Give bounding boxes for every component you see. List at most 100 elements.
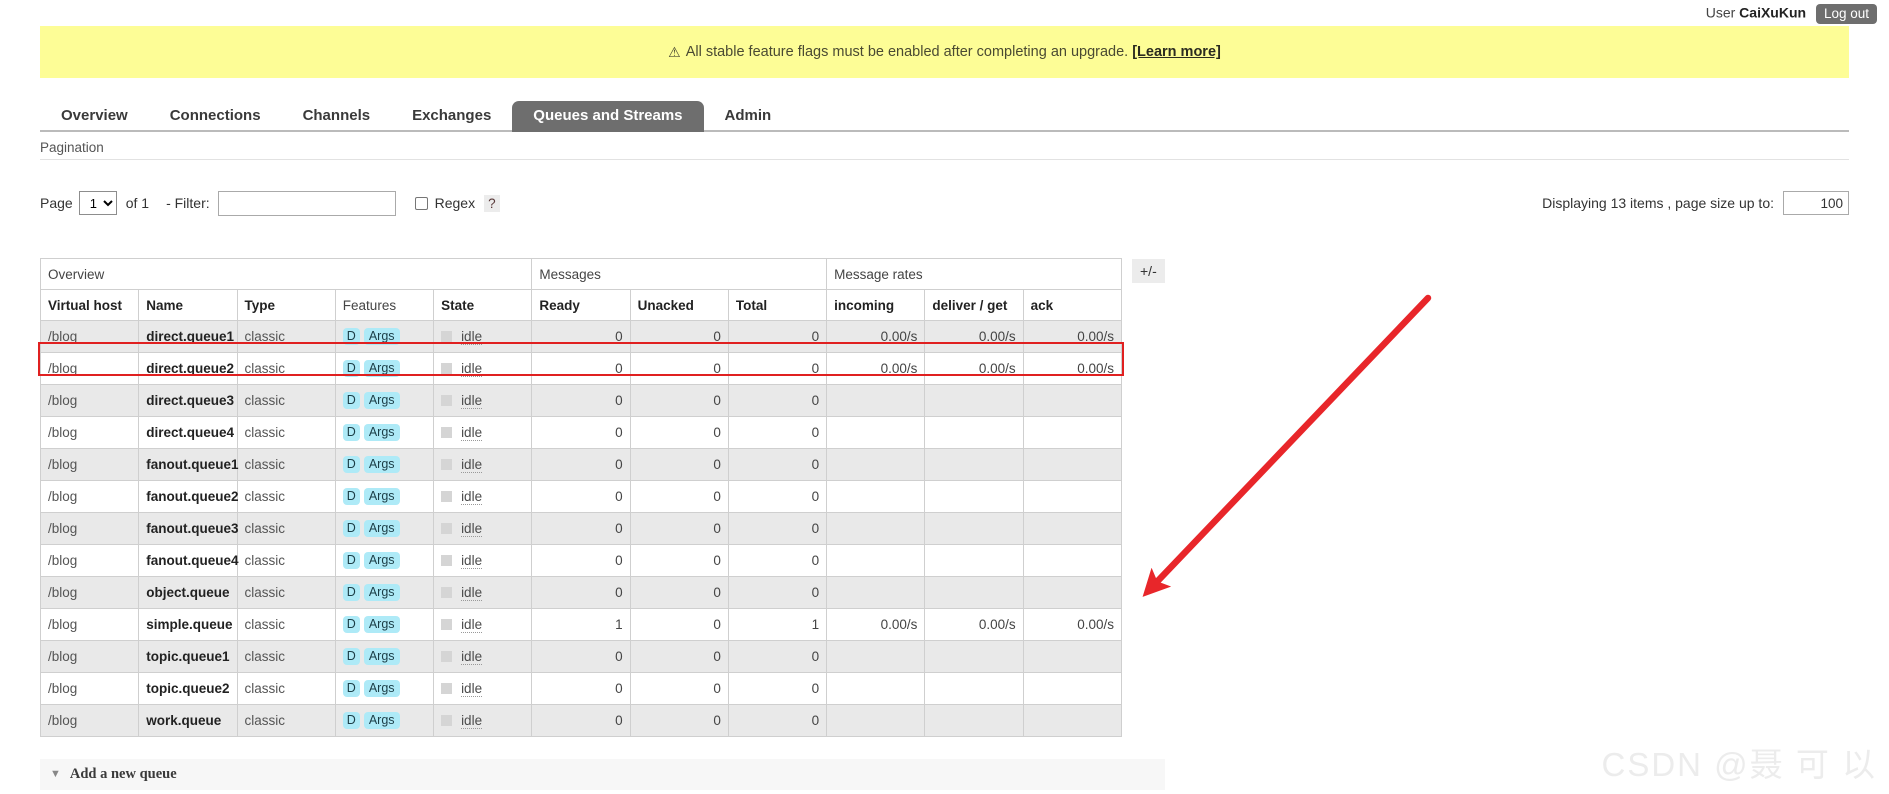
args-badge[interactable]: Args (363, 584, 400, 601)
cell-queue-name[interactable]: work.queue (138, 704, 238, 737)
table-row[interactable]: /blog work.queue classic D Args idle 0 0 0 (39, 704, 1123, 737)
durable-badge[interactable]: D (342, 360, 360, 377)
queue-name-link[interactable]: object.queue (146, 585, 229, 600)
args-badge[interactable]: Args (363, 424, 400, 441)
durable-badge[interactable]: D (342, 456, 360, 473)
cell-queue-name[interactable]: direct.queue3 (138, 384, 238, 417)
durable-badge[interactable]: D (342, 520, 360, 537)
add-new-queue-expander[interactable]: ▼ Add a new queue (40, 759, 1165, 790)
col-header-unacked[interactable]: Unacked (629, 289, 729, 321)
queue-name-link[interactable]: topic.queue2 (146, 681, 229, 696)
durable-badge[interactable]: D (342, 552, 360, 569)
queue-name-link[interactable]: direct.queue2 (146, 361, 234, 376)
col-header-total[interactable]: Total (727, 289, 828, 321)
cell-queue-name[interactable]: simple.queue (138, 608, 238, 641)
cell-queue-name[interactable]: topic.queue1 (138, 640, 238, 673)
table-row[interactable]: /blog fanout.queue4 classic D Args idle 0 0 0 (39, 544, 1123, 577)
logout-button[interactable]: Log out (1815, 4, 1877, 24)
table-row[interactable]: /blog fanout.queue1 classic D Args idle 0 0 0 (39, 448, 1123, 481)
cell-queue-name[interactable]: direct.queue2 (138, 352, 238, 385)
cell-incoming-rate: 0.00/s (826, 320, 926, 353)
table-group-header-row: Overview Messages Message rates (39, 258, 1122, 290)
tab-queues-and-streams[interactable]: Queues and Streams (512, 101, 704, 132)
args-badge[interactable]: Args (363, 552, 400, 569)
col-header-incoming[interactable]: incoming (826, 289, 926, 321)
col-header-ready[interactable]: Ready (531, 289, 631, 321)
args-badge[interactable]: Args (363, 648, 400, 665)
cell-total: 1 (727, 608, 828, 641)
cell-queue-name[interactable]: topic.queue2 (138, 672, 238, 705)
queue-name-link[interactable]: fanout.queue4 (146, 553, 238, 568)
queue-name-link[interactable]: fanout.queue3 (146, 521, 238, 536)
learn-more-link[interactable]: [Learn more] (1132, 44, 1221, 60)
table-row[interactable]: /blog direct.queue2 classic D Args idle 0 0 0 0.0… (39, 352, 1123, 385)
table-row[interactable]: /blog direct.queue4 classic D Args idle 0 0 0 (39, 416, 1123, 449)
cell-state: idle (433, 704, 533, 737)
cell-queue-name[interactable]: direct.queue1 (138, 320, 238, 353)
table-row[interactable]: /blog fanout.queue3 classic D Args idle 0 0 0 (39, 512, 1123, 545)
main-nav: Overview Connections Channels Exchanges Queu… (40, 98, 1849, 132)
state-label: idle (461, 553, 483, 570)
durable-badge[interactable]: D (342, 648, 360, 665)
queue-name-link[interactable]: direct.queue1 (146, 329, 234, 344)
cell-queue-name[interactable]: fanout.queue2 (138, 480, 239, 513)
page-select[interactable]: 1 (78, 191, 117, 215)
col-header-name[interactable]: Name (138, 289, 238, 321)
cell-queue-name[interactable]: object.queue (138, 576, 238, 609)
args-badge[interactable]: Args (363, 360, 400, 377)
durable-badge[interactable]: D (342, 488, 360, 505)
args-badge[interactable]: Args (363, 456, 400, 473)
durable-badge[interactable]: D (342, 616, 360, 633)
cell-unacked: 0 (629, 416, 729, 449)
durable-badge[interactable]: D (342, 392, 360, 409)
tab-connections[interactable]: Connections (149, 101, 282, 132)
args-badge[interactable]: Args (363, 488, 400, 505)
cell-queue-name[interactable]: fanout.queue1 (138, 448, 239, 481)
table-row[interactable]: /blog direct.queue3 classic D Args idle 0 0 0 (39, 384, 1123, 417)
table-row[interactable]: /blog direct.queue1 classic D Args idle 0 0 0 0.0… (39, 320, 1123, 353)
table-row[interactable]: /blog topic.queue1 classic D Args idle 0 0 0 (39, 640, 1123, 673)
toggle-columns-button[interactable]: +/- (1132, 259, 1165, 283)
page-size-input[interactable] (1783, 191, 1849, 215)
queue-name-link[interactable]: topic.queue1 (146, 649, 229, 664)
tab-exchanges[interactable]: Exchanges (391, 101, 512, 132)
args-badge[interactable]: Args (363, 328, 400, 345)
col-header-ack[interactable]: ack (1022, 289, 1123, 321)
table-row[interactable]: /blog fanout.queue2 classic D Args idle 0 0 0 (39, 480, 1123, 513)
durable-badge[interactable]: D (342, 424, 360, 441)
cell-state: idle (433, 320, 533, 353)
durable-badge[interactable]: D (342, 712, 360, 729)
args-badge[interactable]: Args (363, 712, 400, 729)
table-row[interactable]: /blog simple.queue classic D Args idle 1 0 1 0.00… (39, 608, 1123, 641)
args-badge[interactable]: Args (363, 616, 400, 633)
durable-badge[interactable]: D (342, 680, 360, 697)
args-badge[interactable]: Args (363, 680, 400, 697)
tab-channels[interactable]: Channels (282, 101, 392, 132)
cell-queue-name[interactable]: fanout.queue4 (138, 544, 239, 577)
cell-queue-name[interactable]: direct.queue4 (138, 416, 238, 449)
cell-ack-rate: 0.00/s (1022, 352, 1123, 385)
col-header-features[interactable]: Features (334, 289, 435, 321)
col-header-deliver-get[interactable]: deliver / get (924, 289, 1024, 321)
durable-badge[interactable]: D (342, 584, 360, 601)
queue-name-link[interactable]: fanout.queue1 (146, 457, 238, 472)
args-badge[interactable]: Args (363, 520, 400, 537)
col-header-type[interactable]: Type (236, 289, 336, 321)
regex-checkbox[interactable] (414, 196, 428, 210)
table-row[interactable]: /blog object.queue classic D Args idle 0 0 0 (39, 576, 1123, 609)
cell-queue-name[interactable]: fanout.queue3 (138, 512, 239, 545)
col-header-state[interactable]: State (433, 289, 533, 321)
queue-name-link[interactable]: fanout.queue2 (146, 489, 238, 504)
queue-name-link[interactable]: work.queue (146, 713, 221, 728)
filter-input[interactable] (217, 190, 396, 216)
col-header-virtual-host[interactable]: Virtual host (39, 289, 140, 321)
table-row[interactable]: /blog topic.queue2 classic D Args idle 0 0 0 (39, 672, 1123, 705)
durable-badge[interactable]: D (342, 328, 360, 345)
regex-help-icon[interactable]: ? (484, 194, 500, 212)
tab-overview[interactable]: Overview (40, 101, 149, 132)
queue-name-link[interactable]: direct.queue4 (146, 425, 234, 440)
tab-admin[interactable]: Admin (704, 101, 793, 132)
queue-name-link[interactable]: direct.queue3 (146, 393, 234, 408)
args-badge[interactable]: Args (363, 392, 400, 409)
queue-name-link[interactable]: simple.queue (146, 617, 232, 632)
